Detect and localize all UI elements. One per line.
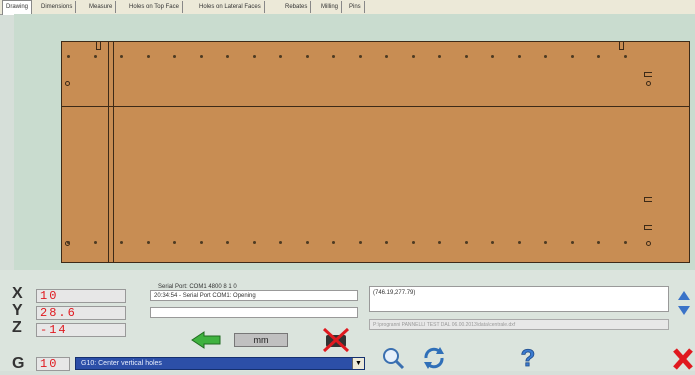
hole-dot	[570, 241, 574, 244]
magnifier-icon	[383, 348, 405, 370]
hole-circle	[646, 241, 651, 246]
hole-dot	[279, 55, 282, 58]
hole-dot	[93, 241, 97, 244]
y-axis-label: Y	[12, 302, 23, 319]
arrow-up-icon	[678, 291, 690, 300]
hole-dot	[93, 55, 97, 58]
tab-holes-lateral-faces[interactable]: Holes on Lateral Faces	[196, 1, 265, 13]
hole-dot	[597, 241, 600, 244]
help-button[interactable]: ?	[516, 344, 540, 373]
panel-vertical-line-2	[113, 42, 114, 262]
z-axis-label: Z	[12, 319, 22, 336]
tab-measure[interactable]: Measure	[86, 1, 117, 13]
coordinates-display: (746.19,277.79)	[369, 286, 669, 312]
hole-dot	[623, 55, 627, 58]
hole-circle	[646, 81, 651, 86]
hole-dot	[385, 55, 388, 58]
x-value-field[interactable]: 10	[36, 289, 126, 303]
g-code-label: G	[12, 355, 25, 372]
refresh-button[interactable]	[420, 346, 448, 370]
hole-dot	[120, 55, 123, 58]
question-mark-icon: ?	[520, 345, 536, 373]
hole-dot	[226, 55, 229, 58]
hole-circle	[65, 81, 70, 86]
back-arrow-button[interactable]	[190, 330, 224, 350]
refresh-icon	[424, 347, 444, 369]
tab-holes-top-face[interactable]: Holes on Top Face	[126, 1, 183, 13]
hole-dot	[305, 55, 309, 58]
tab-milling[interactable]: Milling	[318, 1, 343, 13]
scroll-up-button[interactable]	[677, 288, 691, 300]
unit-indicator[interactable]: mm	[234, 333, 288, 347]
scroll-down-button[interactable]	[677, 303, 691, 315]
tab-pins[interactable]: Pins	[346, 1, 365, 13]
hole-dot	[305, 241, 309, 244]
panel-notch-top-right	[619, 42, 624, 50]
tab-bar: Drawing Dimensions Measure Holes on Top …	[0, 0, 695, 15]
hole-dot	[438, 241, 441, 244]
hole-dot	[67, 55, 70, 58]
hole-dot	[279, 241, 282, 244]
serial-disconnected-icon	[322, 327, 350, 353]
hole-dot	[252, 241, 256, 244]
wood-panel-drawing[interactable]	[61, 41, 690, 263]
tab-drawing[interactable]: Drawing	[2, 0, 33, 15]
panel-notch-right-3	[644, 225, 652, 230]
hole-dot	[173, 241, 176, 244]
hole-dot	[597, 55, 600, 58]
y-value-field[interactable]: 28.6	[36, 306, 126, 320]
hole-dot	[252, 55, 256, 58]
serial-disconnect-button[interactable]	[322, 327, 350, 353]
serial-log: 20:34:54 - Serial Port COM1: Opening	[150, 290, 358, 301]
hole-dot	[226, 241, 229, 244]
gcode-select[interactable]: G10: Center vertical holes ▼	[75, 357, 365, 370]
hole-dot	[120, 241, 123, 244]
hole-dot	[491, 55, 494, 58]
serial-input[interactable]	[150, 307, 358, 318]
hole-dot	[358, 241, 362, 244]
g-value-field[interactable]: 10	[36, 357, 70, 371]
hole-dot	[517, 241, 521, 244]
close-icon	[673, 348, 693, 370]
hole-dot	[146, 55, 150, 58]
panel-horizontal-line	[62, 106, 689, 107]
panel-vertical-line-1	[108, 42, 109, 262]
hole-dot	[544, 241, 547, 244]
x-axis-label: X	[12, 285, 23, 302]
hole-dot	[411, 55, 415, 58]
file-path-display: P:\progranni PANNELLI TEST DAL 06.00.201…	[369, 319, 669, 330]
hole-dot	[491, 241, 494, 244]
hole-dot	[570, 55, 574, 58]
hole-dot	[544, 55, 547, 58]
panel-notch-right-2	[644, 197, 652, 202]
hole-dot	[385, 241, 388, 244]
hole-dot	[146, 241, 150, 244]
hole-dot	[623, 241, 627, 244]
panel-notch-right-1	[644, 72, 652, 77]
hole-dot	[358, 55, 362, 58]
hole-dot	[411, 241, 415, 244]
hole-dot	[438, 55, 441, 58]
panel-notch-top-left	[96, 42, 101, 50]
hole-dot	[332, 55, 335, 58]
hole-dot	[332, 241, 335, 244]
tab-dimensions[interactable]: Dimensions	[38, 1, 77, 13]
arrow-left-icon	[191, 331, 221, 349]
chevron-down-icon[interactable]: ▼	[352, 358, 364, 369]
hole-dot	[173, 55, 176, 58]
hole-dot	[199, 55, 203, 58]
gcode-select-value: G10: Center vertical holes	[81, 360, 162, 367]
hole-dot	[67, 241, 70, 244]
hole-dot	[464, 55, 468, 58]
hole-dot	[517, 55, 521, 58]
zoom-button[interactable]	[380, 346, 406, 370]
close-button[interactable]	[672, 346, 694, 370]
z-value-field[interactable]: -14	[36, 323, 126, 337]
arrow-down-icon	[678, 306, 690, 315]
hole-dot	[199, 241, 203, 244]
tab-rebates[interactable]: Rebates	[282, 1, 312, 13]
hole-dot	[464, 241, 468, 244]
svg-text:?: ?	[521, 345, 536, 370]
